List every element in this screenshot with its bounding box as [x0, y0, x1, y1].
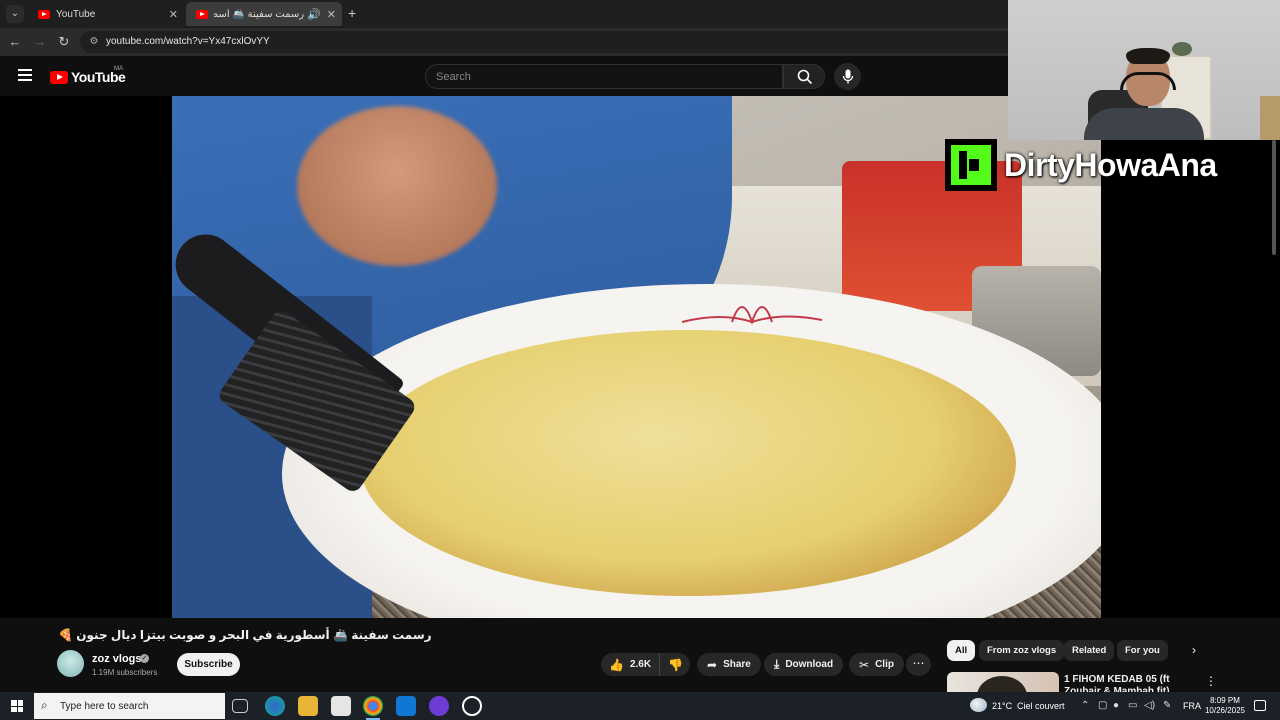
- more-vertical-icon[interactable]: ⋮: [1205, 674, 1217, 688]
- browser-tab-bar: ⌄ YouTube ✕ رسمت سفينة 🚢 أسطورية في البح…: [0, 0, 1008, 28]
- clip-button[interactable]: ✂ Clip: [849, 653, 904, 676]
- download-button[interactable]: ⤓ Download: [764, 653, 844, 676]
- address-bar[interactable]: ⚙ youtube.com/watch?v=Yx47cxlOvYY: [80, 31, 1008, 53]
- verified-check-icon: ✓: [140, 654, 149, 663]
- plate-ribbon-decoration: [681, 306, 823, 326]
- url-text: youtube.com/watch?v=Yx47cxlOvYY: [106, 36, 270, 47]
- share-arrow-icon: ➦: [707, 657, 718, 672]
- tab-search-button[interactable]: ⌄: [6, 5, 24, 23]
- more-actions-button[interactable]: ⋯: [906, 653, 931, 676]
- audio-playing-icon[interactable]: 🔊: [307, 8, 321, 21]
- video-metadata: رسمت سفينة 🚢 أسطورية في البحر و صوبت بيت…: [0, 618, 1280, 692]
- tab-youtube-home[interactable]: YouTube ✕: [28, 2, 184, 26]
- youtube-play-logo-icon: [50, 70, 68, 84]
- input-language[interactable]: FRA: [1183, 701, 1201, 711]
- channel-name[interactable]: zoz vlogs: [92, 653, 142, 665]
- obs-studio-icon[interactable]: [462, 696, 482, 716]
- omelette-pizza: [360, 330, 1016, 596]
- weather-description[interactable]: Ciel couvert: [1017, 701, 1065, 711]
- edge-browser-icon[interactable]: [265, 696, 285, 716]
- more-horizontal-icon: ⋯: [912, 656, 925, 670]
- dislike-button[interactable]: 👎: [660, 653, 691, 676]
- menu-icon[interactable]: [18, 69, 32, 81]
- like-count: 2.6K: [629, 659, 652, 670]
- temperature[interactable]: 21°C: [992, 701, 1012, 711]
- microsoft-store-icon[interactable]: [331, 696, 351, 716]
- taskbar-search-box[interactable]: ⌕ Type here to search: [34, 693, 225, 719]
- site-info-icon[interactable]: ⚙: [88, 36, 100, 48]
- system-clock[interactable]: 8:09 PM 10/26/2025: [1202, 696, 1248, 716]
- clock-time: 8:09 PM: [1210, 696, 1240, 705]
- chevron-right-icon[interactable]: ›: [1192, 643, 1196, 657]
- scissors-icon: ✂: [859, 657, 870, 672]
- messenger-icon[interactable]: [429, 696, 449, 716]
- taskbar-search-placeholder: Type here to search: [60, 701, 149, 712]
- windows-taskbar: ⌕ Type here to search 21°C Ciel couvert …: [0, 692, 1280, 720]
- youtube-masthead: YouTube MA Search: [0, 56, 1008, 96]
- like-button[interactable]: 👍 2.6K: [601, 653, 661, 676]
- network-icon[interactable]: ▭: [1128, 700, 1137, 711]
- close-tab-icon[interactable]: ✕: [327, 8, 336, 21]
- youtube-favicon-icon: [38, 9, 50, 19]
- thumbs-down-icon: 👎: [668, 657, 684, 672]
- youtube-favicon-icon: [196, 9, 208, 19]
- windows-start-icon[interactable]: [11, 700, 23, 712]
- microphone-icon[interactable]: ●: [1113, 700, 1119, 711]
- like-dislike-group: 👍 2.6K 👎: [601, 653, 690, 676]
- weather-cloud-icon[interactable]: [970, 698, 987, 712]
- tab-video-active[interactable]: رسمت سفينة 🚢 أسطورية في البحر و صوبت بيت…: [186, 2, 342, 26]
- tray-app-icon[interactable]: ▢: [1098, 700, 1107, 711]
- microphone-icon: [842, 69, 854, 84]
- tab-title: رسمت سفينة 🚢 أسطورية في البحر و صوبت بيت…: [214, 8, 305, 20]
- clip-label: Clip: [875, 659, 894, 670]
- headset: [1120, 72, 1176, 90]
- tab-title: YouTube: [56, 8, 96, 20]
- clock-date: 10/26/2025: [1204, 706, 1246, 715]
- download-label: Download: [785, 659, 834, 670]
- download-icon: ⤓: [774, 657, 780, 671]
- chip-all[interactable]: All: [947, 640, 976, 661]
- youtube-logo[interactable]: YouTube MA: [50, 66, 126, 85]
- chip-for-you[interactable]: For you: [1117, 640, 1168, 661]
- page-scrollbar[interactable]: [1272, 140, 1276, 255]
- kick-streamer-overlay: DirtyHowaAna: [945, 139, 1217, 191]
- subscriber-count: 1.19M subscribers: [92, 668, 158, 677]
- thumbs-up-icon: 👍: [609, 657, 624, 672]
- share-button[interactable]: ➦ Share: [697, 653, 761, 676]
- hand: [297, 106, 497, 266]
- kick-logo-icon: [945, 139, 997, 191]
- volume-icon[interactable]: ◁): [1144, 700, 1155, 711]
- streamer-webcam: [1008, 0, 1280, 140]
- pen-icon[interactable]: ✎: [1163, 700, 1171, 711]
- recommendation-thumbnail[interactable]: [947, 672, 1059, 692]
- notification-center-icon[interactable]: [1254, 700, 1266, 711]
- new-tab-button[interactable]: +: [348, 5, 356, 21]
- search-input[interactable]: Search: [425, 64, 783, 89]
- reload-icon[interactable]: ↻: [55, 33, 73, 51]
- video-title: رسمت سفينة 🚢 أسطورية في البحر و صوبت بيت…: [58, 628, 432, 642]
- forward-arrow-icon[interactable]: →: [31, 33, 49, 51]
- close-tab-icon[interactable]: ✕: [169, 8, 178, 21]
- task-view-icon[interactable]: [232, 699, 248, 713]
- subscribe-button[interactable]: Subscribe: [177, 653, 240, 676]
- recommendation-title[interactable]: 1 FIHOM KEDAB 05 (ft Zoubair & Mambah fi…: [1064, 674, 1199, 692]
- country-code: MA: [114, 66, 123, 72]
- share-label: Share: [723, 659, 751, 670]
- chrome-icon[interactable]: [363, 696, 383, 720]
- channel-avatar[interactable]: [57, 650, 84, 677]
- outlook-icon[interactable]: [396, 696, 416, 716]
- search-button[interactable]: [783, 64, 825, 89]
- kick-username: DirtyHowaAna: [1004, 146, 1217, 183]
- file-explorer-icon[interactable]: [298, 696, 318, 716]
- search-icon: [797, 69, 813, 85]
- chevron-up-icon[interactable]: ⌃: [1081, 700, 1089, 711]
- chip-related[interactable]: Related: [1064, 640, 1115, 661]
- back-arrow-icon[interactable]: ←: [6, 33, 24, 51]
- browser-toolbar: ← → ↻ ⚙ youtube.com/watch?v=Yx47cxlOvYY: [0, 28, 1008, 56]
- voice-search-button[interactable]: [834, 63, 861, 90]
- chip-from-channel[interactable]: From zoz vlogs: [979, 640, 1065, 661]
- search-icon: ⌕: [41, 698, 48, 712]
- search-placeholder: Search: [436, 71, 471, 83]
